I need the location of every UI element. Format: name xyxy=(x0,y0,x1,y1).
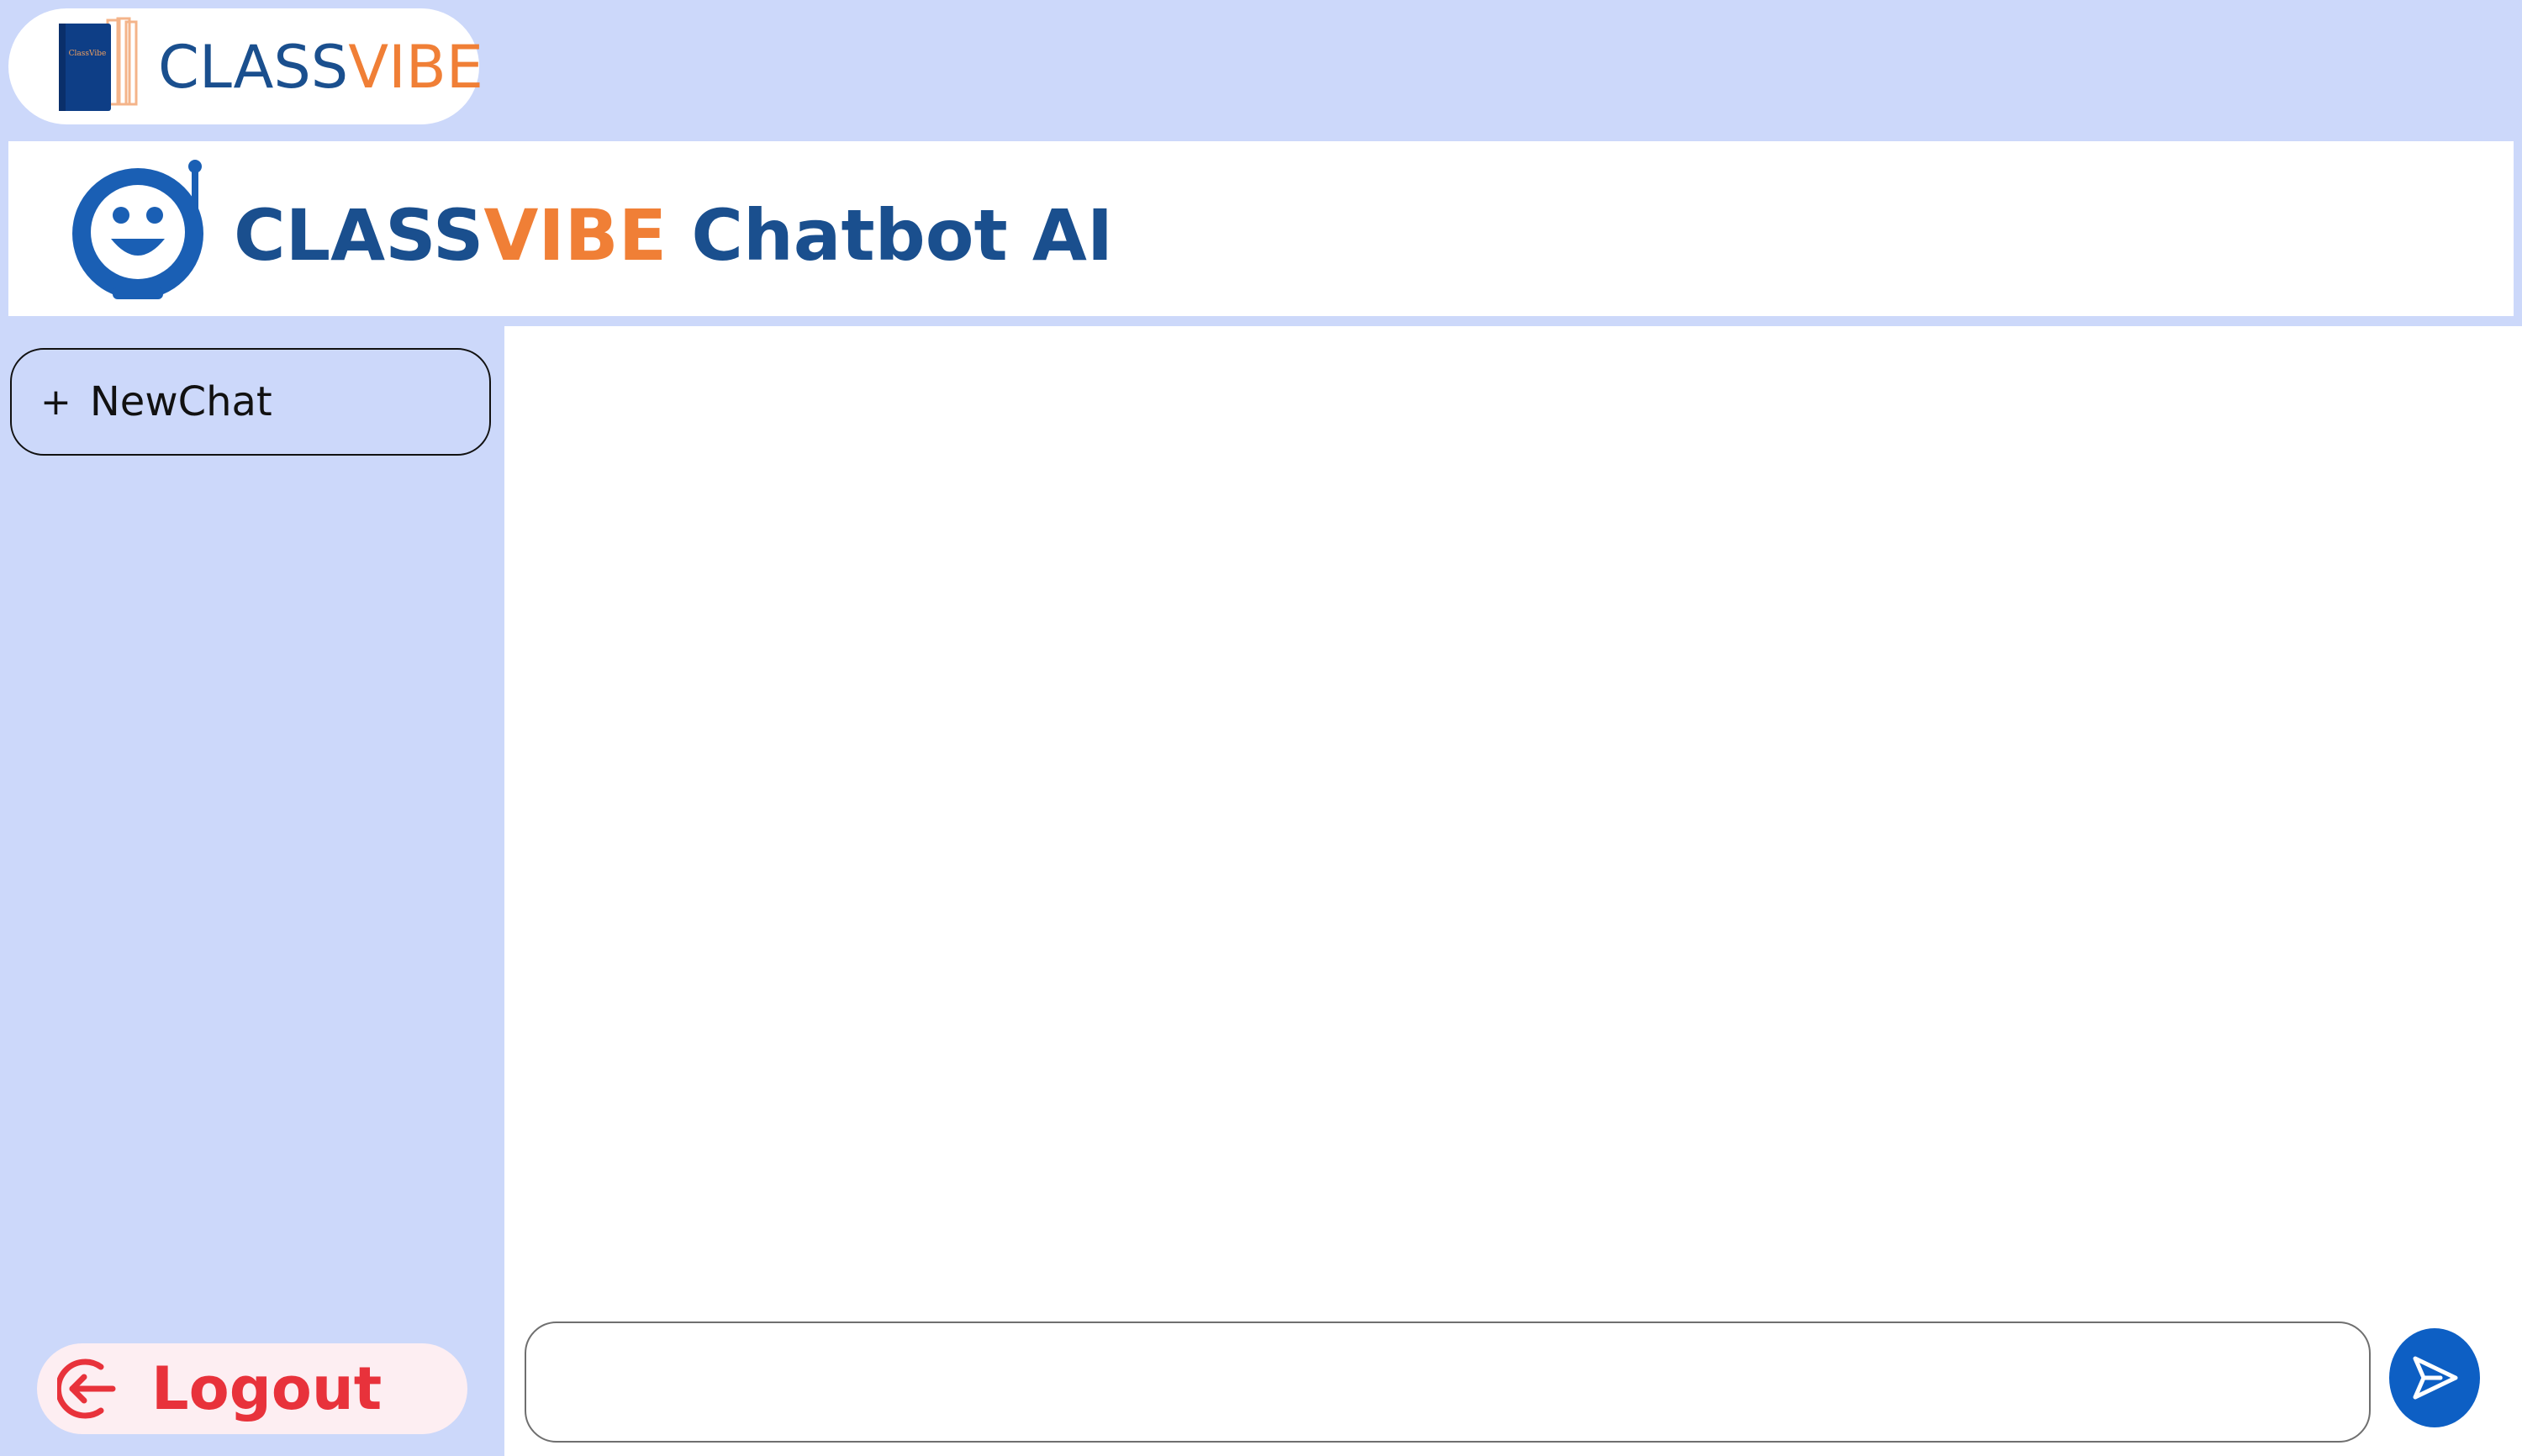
sidebar: + NewChat Logout xyxy=(0,326,504,1456)
title-part3: Chatbot AI xyxy=(667,194,1114,277)
message-input[interactable] xyxy=(525,1321,2371,1443)
plus-icon: + xyxy=(40,380,71,424)
logout-label: Logout xyxy=(151,1354,383,1423)
chat-area xyxy=(504,326,2522,1456)
brand-name-part2: VIBE xyxy=(348,33,484,102)
brand-name: CLASSVIBE xyxy=(158,34,483,101)
new-chat-label: NewChat xyxy=(89,378,272,425)
send-button[interactable] xyxy=(2389,1328,2480,1427)
logout-button[interactable]: Logout xyxy=(37,1343,467,1434)
page-title: CLASSVIBE Chatbot AI xyxy=(234,193,1113,277)
brand-logo[interactable]: ClassVibe CLASSVIBE xyxy=(8,8,483,124)
title-part2: VIBE xyxy=(483,194,667,277)
logout-icon xyxy=(57,1358,116,1419)
chatbot-header: CLASSVIBE Chatbot AI xyxy=(8,141,2514,316)
book-logo-icon: ClassVibe xyxy=(59,17,138,111)
send-icon xyxy=(2413,1356,2458,1400)
brand-name-part1: CLASS xyxy=(158,33,349,102)
svg-text:ClassVibe: ClassVibe xyxy=(69,50,107,58)
robot-icon xyxy=(72,160,203,299)
title-part1: CLASS xyxy=(234,194,484,277)
new-chat-button[interactable]: + NewChat xyxy=(10,348,491,456)
